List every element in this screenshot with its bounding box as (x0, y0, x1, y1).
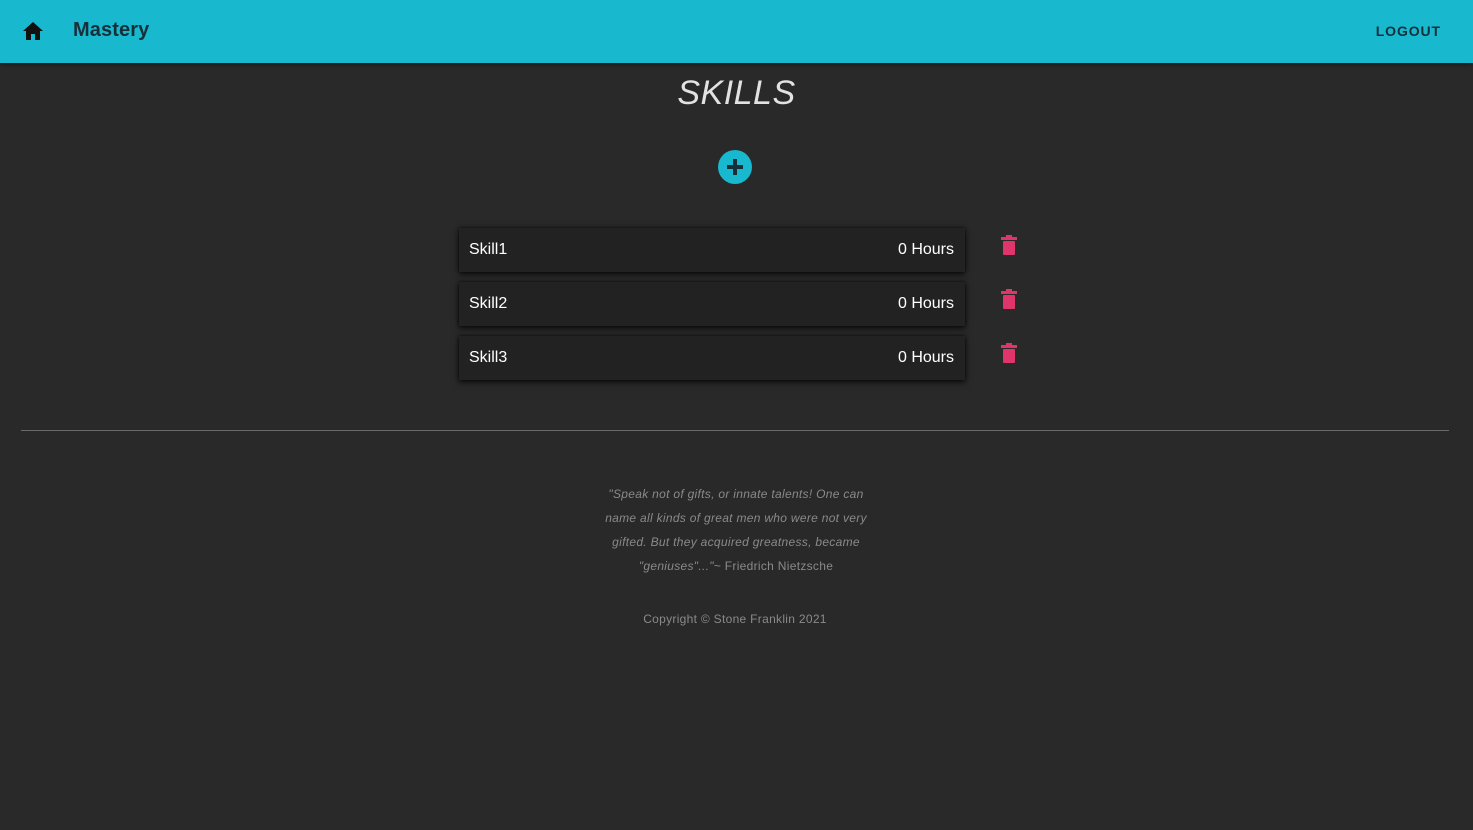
delete-skill-button[interactable] (1001, 289, 1017, 309)
divider (21, 430, 1449, 431)
trash-icon (1001, 289, 1017, 309)
skill-name: Skill2 (469, 295, 508, 312)
home-icon (23, 22, 43, 40)
copyright: Copyright © Stone Franklin 2021 (643, 612, 827, 626)
plus-icon (727, 159, 743, 175)
delete-skill-button[interactable] (1001, 235, 1017, 255)
delete-skill-button[interactable] (1001, 343, 1017, 363)
page-title: SKILLS (677, 74, 796, 112)
trash-icon (1001, 235, 1017, 255)
skill-hours: 0 Hours (897, 241, 954, 258)
skill-name: Skill3 (469, 349, 508, 366)
skill-hours: 0 Hours (897, 349, 954, 366)
skill-row[interactable]: Skill1 0 Hours (459, 228, 965, 272)
footer-quote: "Speak not of gifts, or innate talents! … (596, 482, 876, 578)
app-title: Mastery (73, 19, 150, 41)
skill-name: Skill1 (469, 241, 508, 258)
add-skill-button[interactable] (718, 150, 752, 184)
app-bar: Mastery LOGOUT (0, 0, 1473, 63)
trash-icon (1001, 343, 1017, 363)
skill-row[interactable]: Skill2 0 Hours (459, 282, 965, 326)
logout-button[interactable]: LOGOUT (1376, 23, 1441, 39)
skill-row[interactable]: Skill3 0 Hours (459, 336, 965, 380)
home-button[interactable] (20, 18, 46, 44)
quote-author: ~ Friedrich Nietzsche (713, 559, 834, 573)
skill-hours: 0 Hours (897, 295, 954, 312)
